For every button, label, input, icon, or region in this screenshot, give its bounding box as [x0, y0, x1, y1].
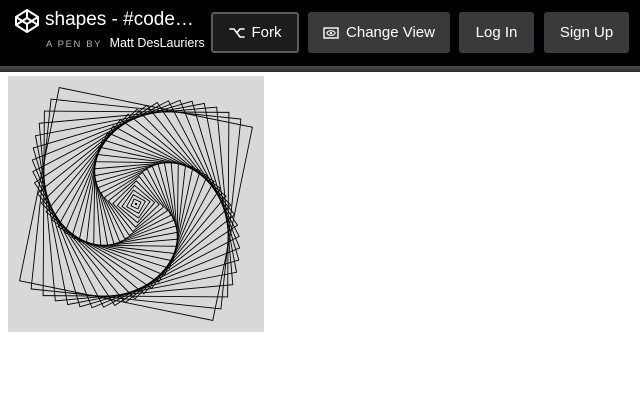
- spiral-square: [134, 202, 138, 206]
- pen-header: shapes - #codevember A PEN BY Matt DesLa…: [0, 0, 640, 66]
- login-label: Log In: [475, 24, 518, 41]
- pen-title: shapes - #codevember: [45, 9, 203, 30]
- fork-icon: [228, 27, 245, 39]
- spiral-square: [45, 113, 227, 295]
- eye-icon: [323, 26, 339, 39]
- spiral-square: [32, 100, 240, 308]
- change-view-label: Change View: [346, 24, 435, 41]
- spiral-square: [116, 184, 156, 224]
- spiral-square: [130, 198, 142, 210]
- spiral-square: [19, 87, 253, 321]
- spiral-square: [36, 104, 236, 304]
- spiral-square: [32, 100, 240, 308]
- spiral-square: [38, 106, 234, 302]
- fork-button[interactable]: Fork: [211, 12, 299, 53]
- spiral-square: [85, 153, 187, 255]
- login-button[interactable]: Log In: [459, 12, 534, 53]
- spiral-squares-artwork: [19, 87, 253, 321]
- fork-label: Fork: [251, 24, 282, 41]
- spiral-square: [34, 102, 238, 306]
- codepen-logo-icon[interactable]: [14, 8, 40, 34]
- spiral-square: [95, 163, 177, 245]
- signup-button[interactable]: Sign Up: [544, 12, 629, 53]
- spiral-square: [103, 171, 169, 237]
- signup-label: Sign Up: [559, 24, 614, 41]
- spiral-square: [125, 193, 147, 215]
- byline: A PEN BY Matt DesLauriers: [46, 34, 205, 54]
- spiral-square: [78, 146, 194, 262]
- header-divider: [0, 66, 640, 72]
- pen-preview-canvas[interactable]: [8, 76, 264, 332]
- spiral-square: [40, 108, 232, 300]
- change-view-button[interactable]: Change View: [308, 12, 450, 53]
- spiral-square: [42, 110, 230, 298]
- byline-prefix: A PEN BY: [46, 39, 103, 50]
- author-link[interactable]: Matt DesLauriers: [110, 36, 205, 50]
- spiral-square: [57, 125, 215, 283]
- spiral-square: [121, 189, 151, 219]
- spiral-square: [33, 101, 239, 307]
- spiral-square: [31, 99, 241, 309]
